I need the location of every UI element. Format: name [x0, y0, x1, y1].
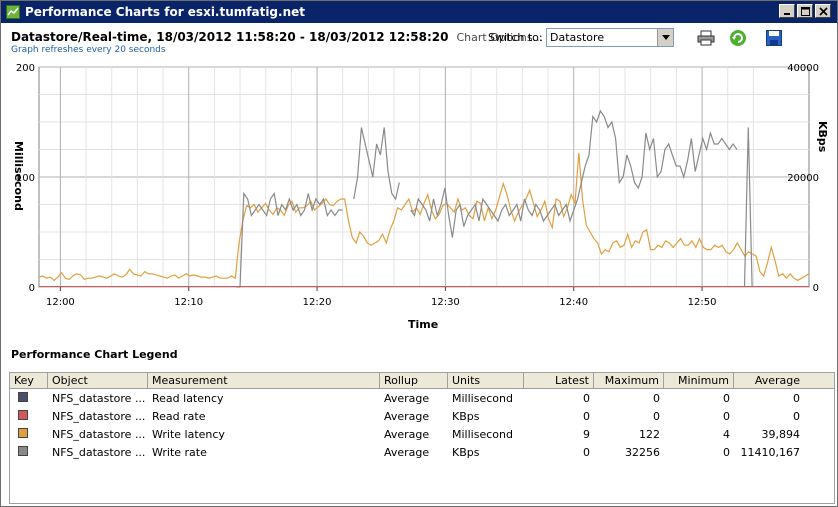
- x-tick-label: 12:30: [431, 297, 460, 308]
- legend-rollup: Average: [384, 409, 430, 423]
- legend-latest: 0: [583, 391, 590, 405]
- legend-minimum: 0: [723, 409, 730, 423]
- legend-minimum: 0: [723, 391, 730, 405]
- legend-rollup: Average: [384, 391, 430, 405]
- close-icon[interactable]: [815, 4, 831, 18]
- minimize-icon[interactable]: [779, 4, 795, 18]
- performance-chart: 0 0 100 20000 200 40000 12:00 12:10 12:20 12:30 12…: [16, 63, 819, 308]
- performance-window: Performance Charts for esxi.tumfatig.net…: [0, 0, 838, 507]
- legend-latest: 9: [583, 427, 590, 441]
- legend-average: 39,894: [761, 427, 801, 441]
- x-tick-label: 12:00: [46, 297, 75, 308]
- legend-maximum: 32256: [625, 445, 660, 459]
- legend-color-swatch: [18, 391, 28, 402]
- switch-to-value: Datastore: [550, 31, 605, 44]
- maximize-icon[interactable]: [797, 4, 813, 18]
- legend-average: 11410,167: [740, 445, 801, 459]
- legend-measurement: Read latency: [152, 391, 224, 405]
- app-icon: [6, 5, 20, 19]
- col-measurement[interactable]: Measurement: [148, 373, 380, 388]
- legend-maximum: 0: [653, 409, 660, 423]
- legend-units: Millisecond: [452, 427, 513, 441]
- legend-minimum: 4: [723, 427, 730, 441]
- legend-maximum: 0: [653, 391, 660, 405]
- y-left-tick-label: 100: [16, 173, 35, 184]
- legend-units: KBps: [452, 409, 480, 423]
- chevron-down-icon[interactable]: [657, 29, 673, 46]
- col-maximum[interactable]: Maximum: [594, 373, 664, 388]
- col-key[interactable]: Key: [10, 373, 48, 388]
- window-controls: [779, 4, 831, 18]
- legend-color-swatch: [18, 445, 28, 456]
- title-bar: Performance Charts for esxi.tumfatig.net: [1, 1, 837, 23]
- legend-average: 0: [793, 409, 800, 423]
- y-right-tick-label: 20000: [787, 173, 819, 184]
- legend-rollup: Average: [384, 427, 430, 441]
- col-units[interactable]: Units: [448, 373, 524, 388]
- legend-key-swatch: [10, 409, 48, 423]
- legend-measurement: Read rate: [152, 409, 206, 423]
- legend-object: NFS_datastore ...: [52, 409, 146, 423]
- legend-measurement: Write latency: [152, 427, 225, 441]
- legend-key-swatch: [10, 391, 48, 405]
- refresh-icon[interactable]: [728, 28, 748, 48]
- legend-minimum: 0: [723, 445, 730, 459]
- legend-rollup: Average: [384, 445, 430, 459]
- y-left-tick-label: 200: [16, 63, 35, 74]
- legend-latest: 0: [583, 445, 590, 459]
- y-right-tick-label: 0: [813, 283, 819, 294]
- legend-latest: 0: [583, 409, 590, 423]
- x-tick-label: 12:10: [174, 297, 203, 308]
- legend-units: KBps: [452, 445, 480, 459]
- legend-table: Key Object Measurement Rollup Units Late…: [9, 372, 835, 504]
- window-title: Performance Charts for esxi.tumfatig.net: [25, 5, 306, 19]
- legend-key-swatch: [10, 427, 48, 441]
- legend-rows: NFS_datastore ... Read latency Average Mill…: [10, 389, 834, 461]
- save-icon[interactable]: [764, 28, 784, 48]
- legend-row[interactable]: NFS_datastore ... Write latency Average Mil…: [10, 425, 834, 443]
- y-left-tick-label: 0: [29, 283, 35, 294]
- col-latest[interactable]: Latest: [524, 373, 594, 388]
- legend-measurement: Write rate: [152, 445, 207, 459]
- x-tick-label: 12:20: [303, 297, 332, 308]
- x-tick-label: 12:40: [559, 297, 588, 308]
- y-right-tick-label: 40000: [787, 63, 819, 74]
- legend-color-swatch: [18, 427, 28, 438]
- col-minimum[interactable]: Minimum: [664, 373, 734, 388]
- legend-color-swatch: [18, 409, 28, 420]
- legend-units: Millisecond: [452, 391, 513, 405]
- col-average[interactable]: Average: [734, 373, 804, 388]
- legend-title: Performance Chart Legend: [11, 348, 178, 361]
- legend-row[interactable]: NFS_datastore ... Write rate Average KBps 0 3…: [10, 443, 834, 461]
- printer-icon[interactable]: [696, 28, 716, 48]
- switch-label: Switch to:: [488, 31, 543, 44]
- chart-header: Datastore/Real-time, 18/03/2012 11:58:20…: [11, 29, 543, 45]
- legend-key-swatch: [10, 445, 48, 459]
- legend-object: NFS_datastore ...: [52, 427, 146, 441]
- legend-row[interactable]: NFS_datastore ... Read rate Average KBps 0 0 0…: [10, 407, 834, 425]
- chart-heading: Datastore/Real-time, 18/03/2012 11:58:20…: [11, 30, 449, 44]
- legend-maximum: 122: [639, 427, 660, 441]
- switch-to-select[interactable]: Datastore: [546, 28, 674, 47]
- legend-average: 0: [793, 391, 800, 405]
- x-axis-title: Time: [408, 318, 439, 331]
- col-object[interactable]: Object: [48, 373, 148, 388]
- legend-header-row: Key Object Measurement Rollup Units Late…: [10, 373, 834, 389]
- legend-object: NFS_datastore ...: [52, 445, 146, 459]
- col-rollup[interactable]: Rollup: [380, 373, 448, 388]
- refresh-note: Graph refreshes every 20 seconds: [11, 45, 166, 55]
- legend-object: NFS_datastore ...: [52, 391, 146, 405]
- legend-row[interactable]: NFS_datastore ... Read latency Average Mill…: [10, 389, 834, 407]
- x-tick-label: 12:50: [688, 297, 717, 308]
